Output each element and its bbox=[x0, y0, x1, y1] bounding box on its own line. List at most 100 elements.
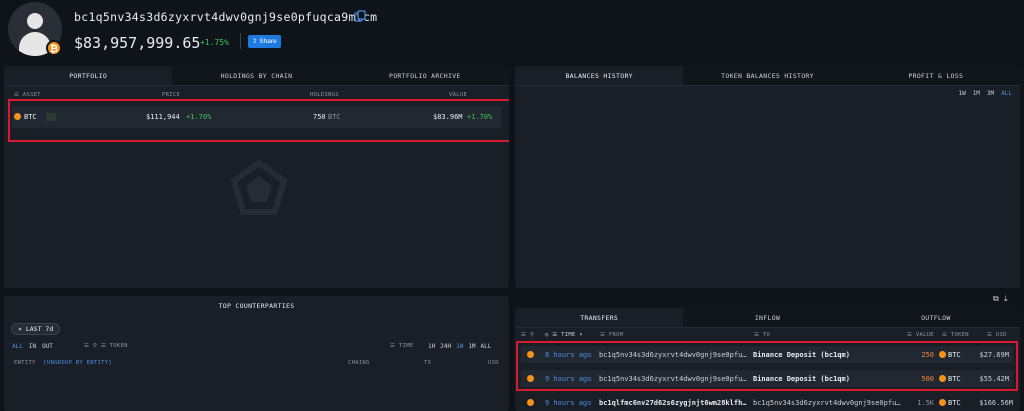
filter-icon: ☰ bbox=[14, 92, 20, 98]
transfer-filter-icons[interactable]: ☰ ⚲ bbox=[521, 332, 534, 338]
transfer-to[interactable]: Binance Deposit (bc1qm) bbox=[753, 375, 850, 383]
time-filter-label: TIME bbox=[398, 343, 414, 349]
tab-outflow[interactable]: OUTFLOW bbox=[852, 308, 1020, 327]
range-all[interactable]: ALL bbox=[481, 343, 492, 350]
filter-icon: ☰ bbox=[754, 332, 760, 338]
transfer-to[interactable]: Binance Deposit (bc1qm) bbox=[753, 351, 850, 359]
range-1m[interactable]: 1M bbox=[973, 90, 980, 97]
from-column-header[interactable]: ☰ FROM bbox=[600, 332, 623, 338]
range-1h[interactable]: 1H bbox=[428, 343, 435, 350]
time-column-header[interactable]: ◷ ☰ TIME ▾ bbox=[545, 332, 583, 338]
tx-column-header[interactable]: TX bbox=[424, 360, 431, 366]
transfer-row[interactable]: 9 hours ago bc1q5nv34s3d6zyxrvt4dwv0gnj9… bbox=[521, 370, 1013, 387]
btc-coin-icon bbox=[939, 375, 946, 382]
transfer-time[interactable]: 8 hours ago bbox=[545, 351, 591, 359]
btc-coin-icon bbox=[14, 113, 21, 120]
tab-inflow[interactable]: INFLOW bbox=[683, 308, 851, 327]
transfer-from[interactable]: bc1q5nv34s3d6zyxrvt4dwv0gnj9se0pfu… bbox=[599, 375, 747, 383]
holdings-column-header[interactable]: HOLDINGS bbox=[310, 92, 339, 98]
tab-token-balances-history[interactable]: TOKEN BALANCES HISTORY bbox=[683, 66, 851, 85]
time-filter-chip[interactable]: × LAST 7d bbox=[11, 323, 61, 335]
transfer-row[interactable]: 9 hours ago bc1qlfmc6nv27d62s6zygjnjt6wm… bbox=[521, 395, 1013, 411]
range-all[interactable]: ALL bbox=[1001, 90, 1012, 97]
entity-column-header: ENTITY [UNGROUP BY ENTITY] bbox=[14, 360, 112, 366]
token-column-header[interactable]: ☰ TOKEN bbox=[942, 332, 969, 338]
btc-coin-icon bbox=[527, 399, 534, 406]
transfer-row[interactable]: 8 hours ago bc1q5nv34s3d6zyxrvt4dwv0gnj9… bbox=[521, 346, 1013, 363]
flow-all[interactable]: ALL bbox=[12, 343, 23, 350]
filter-icon: ☰ bbox=[942, 332, 948, 338]
wallet-address: bc1q5nv34s3d6zyxrvt4dwv0gnj9se0pfuqca9mf… bbox=[74, 10, 378, 24]
filter-icon: ☰ bbox=[907, 332, 913, 338]
asset-header-label: ASSET bbox=[22, 92, 41, 98]
copy-table-icon[interactable]: ⧉ bbox=[993, 294, 999, 304]
range-1w[interactable]: 1W bbox=[958, 90, 965, 97]
from-header-label: FROM bbox=[608, 332, 624, 338]
asset-column-header[interactable]: ☰ ASSET bbox=[14, 92, 41, 98]
transfer-value: 500 bbox=[921, 375, 934, 383]
range-1w[interactable]: 1W bbox=[456, 343, 463, 350]
value-column-header[interactable]: VALUE bbox=[449, 92, 467, 98]
counterparties-title: TOP COUNTERPARTIES bbox=[218, 302, 295, 310]
link-icon: ⚲ bbox=[529, 332, 535, 338]
btc-coin-icon bbox=[939, 351, 946, 358]
tab-profit-loss[interactable]: PROFIT & LOSS bbox=[852, 66, 1020, 85]
arkham-watermark-icon bbox=[230, 160, 288, 215]
usd-column-header[interactable]: ☰ USD bbox=[987, 332, 1007, 338]
balances-tabbar: BALANCES HISTORY TOKEN BALANCES HISTORY … bbox=[515, 66, 1020, 86]
range-24h[interactable]: 24H bbox=[440, 343, 451, 350]
filter-icon: ☰ bbox=[521, 332, 527, 338]
tab-holdings-by-chain[interactable]: HOLDINGS BY CHAIN bbox=[172, 66, 340, 85]
transfer-from[interactable]: bc1qlfmc6nv27d62s6zygjnjt6wm28klfh… bbox=[599, 399, 747, 407]
time-filter[interactable]: ☰ TIME bbox=[390, 343, 413, 349]
sort-desc-icon: ▾ bbox=[579, 332, 583, 338]
remove-filter-icon[interactable]: × bbox=[18, 325, 22, 333]
price-column-header[interactable]: PRICE bbox=[162, 92, 180, 98]
transfer-time[interactable]: 9 hours ago bbox=[545, 399, 591, 407]
filter-icon: ☰ bbox=[100, 343, 107, 349]
tab-portfolio-archive[interactable]: PORTFOLIO ARCHIVE bbox=[341, 66, 509, 85]
to-header-label: TO bbox=[762, 332, 771, 338]
share-label: Share bbox=[259, 38, 277, 45]
asset-name: BTC bbox=[24, 113, 37, 121]
tab-balances-history[interactable]: BALANCES HISTORY bbox=[515, 66, 684, 85]
token-filter[interactable]: ☰ ⚲ ☰ TOKEN bbox=[84, 343, 128, 349]
transfer-token: BTC bbox=[948, 351, 961, 359]
flow-in[interactable]: IN bbox=[29, 343, 36, 350]
transfers-panel: TRANSFERS INFLOW OUTFLOW ☰ ⚲ ◷ ☰ TIME ▾ … bbox=[515, 308, 1020, 411]
balances-range-selector: 1W 1M 3M ALL bbox=[958, 90, 1012, 97]
asset-price-change: +1.70% bbox=[186, 113, 212, 121]
balances-panel: BALANCES HISTORY TOKEN BALANCES HISTORY … bbox=[515, 66, 1020, 288]
clock-icon: ◷ bbox=[545, 332, 549, 338]
value-column-header[interactable]: ☰ VALUE bbox=[907, 332, 934, 338]
transfer-value: 250 bbox=[921, 351, 934, 359]
transfer-time[interactable]: 9 hours ago bbox=[545, 375, 591, 383]
usd-column-header[interactable]: USD bbox=[488, 360, 499, 366]
copy-icon[interactable] bbox=[354, 10, 366, 22]
table-row[interactable]: BTC $111,944 +1.70% 750 BTC $83.96M +1.7… bbox=[12, 106, 501, 128]
value-header-label: VALUE bbox=[915, 332, 934, 338]
share-button[interactable]: ⇪ Share bbox=[248, 35, 281, 48]
flow-out[interactable]: OUT bbox=[42, 343, 53, 350]
range-1m[interactable]: 1M bbox=[468, 343, 475, 350]
ungroup-link[interactable]: [UNGROUP BY ENTITY] bbox=[43, 360, 112, 366]
trend-chart-icon[interactable] bbox=[46, 113, 56, 121]
bitcoin-badge-icon: ₿ bbox=[46, 40, 62, 56]
btc-coin-icon bbox=[527, 375, 534, 382]
transfer-to[interactable]: bc1q5nv34s3d6zyxrvt4dwv0gnj9se0pfu… bbox=[753, 399, 901, 407]
transfer-value: 1.5K bbox=[917, 399, 934, 407]
asset-value-change: +1.70% bbox=[467, 113, 493, 121]
to-column-header[interactable]: ☰ TO bbox=[754, 332, 770, 338]
tab-portfolio[interactable]: PORTFOLIO bbox=[4, 66, 173, 85]
download-icon[interactable]: ⤓ bbox=[1004, 294, 1008, 304]
tab-transfers[interactable]: TRANSFERS bbox=[515, 308, 684, 327]
share-icon: ⇪ bbox=[252, 38, 258, 45]
filter-chip-label: LAST 7d bbox=[25, 325, 54, 333]
time-header-label: TIME bbox=[561, 332, 576, 338]
filter-icon: ☰ bbox=[987, 332, 993, 338]
transfer-from[interactable]: bc1q5nv34s3d6zyxrvt4dwv0gnj9se0pfu… bbox=[599, 351, 747, 359]
chains-column-header[interactable]: CHAINS bbox=[348, 360, 370, 366]
range-3m[interactable]: 3M bbox=[987, 90, 994, 97]
asset-holdings: 750 bbox=[313, 113, 326, 121]
filter-icon: ☰ bbox=[600, 332, 606, 338]
